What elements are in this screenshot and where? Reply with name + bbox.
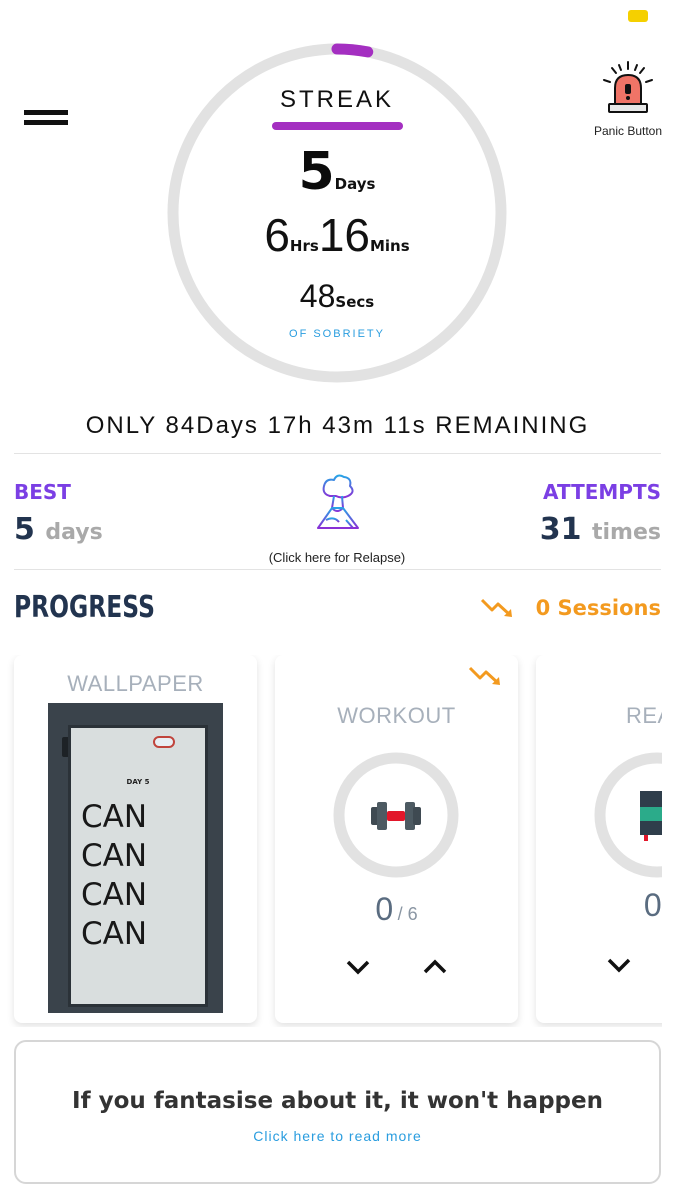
siren-alarm-icon: [603, 61, 653, 113]
streak-underline: [272, 122, 403, 130]
increase-chevron-up-icon[interactable]: [422, 959, 448, 975]
trending-down-icon: [480, 598, 512, 617]
divider: [14, 569, 661, 570]
streak-minutes-value: 16: [318, 209, 370, 261]
attempts-value-number: 31: [539, 512, 582, 547]
streak-minutes-unit: Mins: [369, 237, 410, 255]
streak-days-value: 5: [298, 142, 335, 202]
decrease-chevron-down-icon[interactable]: [345, 959, 371, 975]
workout-card[interactable]: WORKOUT 0 / 6: [275, 655, 518, 1023]
attempts-label: ATTEMPTS: [543, 480, 661, 504]
read-count-value: 0: [643, 887, 662, 923]
wallpaper-card-title: WALLPAPER: [67, 671, 204, 696]
read-card-title: READ: [625, 703, 662, 728]
status-indicator: [628, 10, 648, 22]
decrease-chevron-down-icon[interactable]: [606, 957, 632, 973]
book-icon: [640, 791, 662, 841]
wallpaper-word: CAN: [81, 838, 148, 874]
read-card[interactable]: READ 0 /: [536, 655, 662, 1023]
streak-hours-unit: Hrs: [289, 237, 319, 255]
streak-days: 5Days: [166, 142, 508, 202]
streak-hours-value: 6: [264, 209, 290, 261]
workout-card-title: WORKOUT: [337, 703, 456, 728]
workout-count-total: / 6: [397, 904, 418, 924]
wallpaper-word: CAN: [81, 877, 148, 913]
best-value-number: 5: [14, 512, 35, 547]
relapse-label: (Click here for Relapse): [268, 550, 406, 565]
sessions-count: 0 Sessions: [535, 596, 661, 620]
wallpaper-word: CAN: [81, 799, 148, 835]
attempts-value-unit: times: [592, 520, 661, 545]
wallpaper-card[interactable]: WALLPAPER DAY 5 CAN CAN CAN CAN: [14, 655, 257, 1023]
wallpaper-word: CAN: [81, 916, 148, 952]
volcano-icon: [310, 474, 364, 531]
best-value: 5 days: [14, 512, 103, 547]
best-label: BEST: [14, 480, 71, 504]
streak-seconds-value: 48: [299, 278, 336, 314]
streak-title: STREAK: [279, 86, 395, 113]
read-count: 0 /: [536, 887, 662, 924]
attempts-value: 31 times: [540, 512, 661, 547]
progress-title: PROGRESS: [14, 590, 155, 625]
read-more-link[interactable]: Click here to read more: [16, 1128, 659, 1144]
workout-count-value: 0: [375, 891, 394, 927]
streak-subtitle: OF SOBRIETY: [289, 328, 385, 340]
hamburger-menu-icon[interactable]: [24, 110, 68, 130]
wallpaper-image[interactable]: DAY 5 CAN CAN CAN CAN: [48, 703, 223, 1013]
workout-count: 0 / 6: [275, 891, 518, 928]
streak-seconds: 48Secs: [166, 278, 508, 315]
quote-text: If you fantasise about it, it won't happ…: [72, 1088, 603, 1114]
panic-button-label: Panic Button: [593, 124, 663, 138]
streak-hours-minutes: 6Hrs16Mins: [166, 208, 508, 262]
wallpaper-words: CAN CAN CAN CAN: [81, 798, 147, 954]
progress-cards[interactable]: WALLPAPER DAY 5 CAN CAN CAN CAN WORKOUT: [0, 655, 662, 1027]
best-value-unit: days: [45, 520, 103, 545]
panic-button[interactable]: Panic Button: [588, 60, 668, 138]
dumbbell-icon: [371, 802, 421, 830]
streak-days-unit: Days: [334, 175, 376, 193]
sessions-summary: 0 Sessions: [480, 596, 661, 620]
streak-seconds-unit: Secs: [335, 293, 375, 311]
quote-card[interactable]: If you fantasise about it, it won't happ…: [14, 1040, 661, 1184]
remaining-time-text: ONLY 84Days 17h 43m 11s REMAINING: [85, 412, 590, 439]
wallpaper-day-text: DAY 5: [126, 778, 150, 786]
relapse-button[interactable]: (Click here for Relapse): [262, 472, 412, 565]
trending-down-icon: [468, 666, 500, 685]
divider: [14, 453, 661, 454]
